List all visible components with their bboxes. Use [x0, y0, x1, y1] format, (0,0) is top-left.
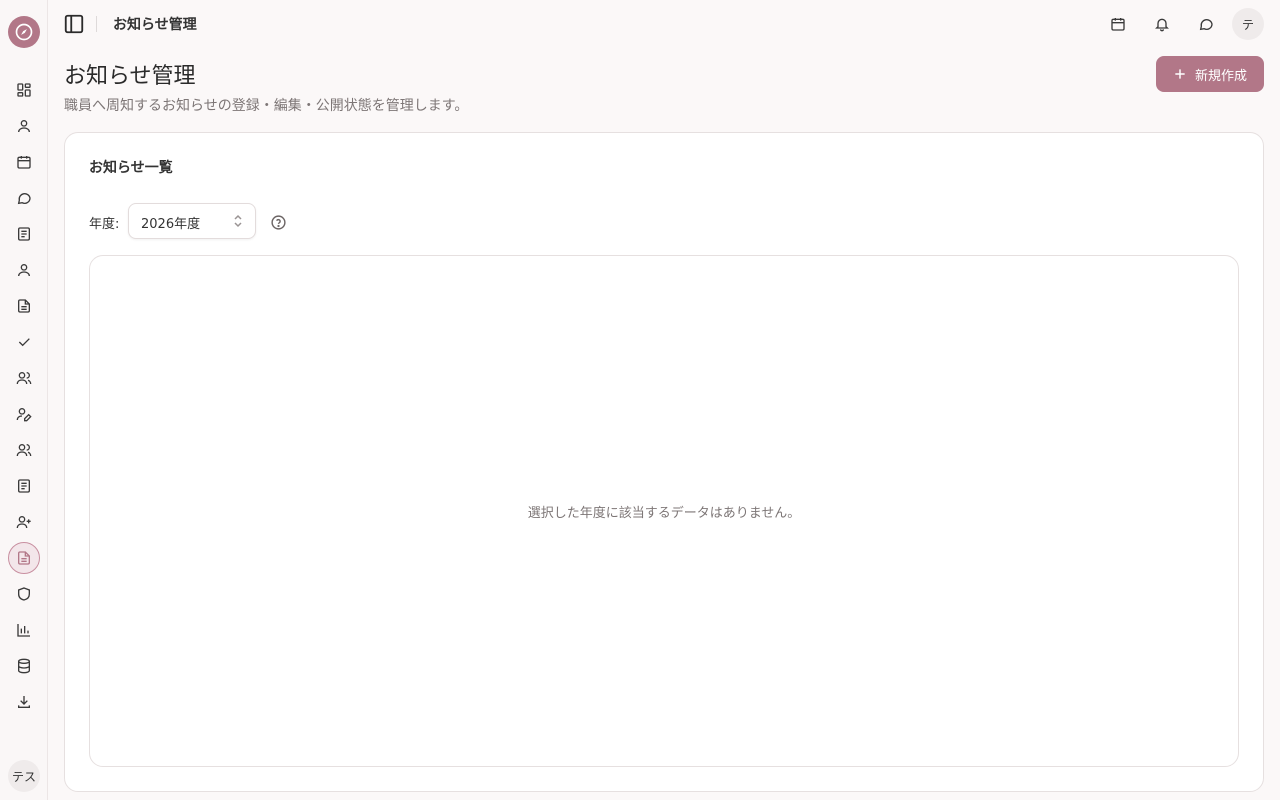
sidebar-item-check[interactable]	[8, 326, 40, 358]
breadcrumb: お知らせ管理	[113, 17, 197, 33]
sidebar-item-download[interactable]	[8, 686, 40, 718]
user-plus-icon	[16, 516, 31, 529]
sidebar-item-book[interactable]	[8, 218, 40, 250]
sidebar-item-person[interactable]	[8, 254, 40, 286]
sidebar-user-avatar[interactable]: テス	[8, 760, 40, 792]
sidebar-item-notebook[interactable]	[8, 470, 40, 502]
sidebar-item-document[interactable]	[8, 290, 40, 322]
notebook-icon	[18, 479, 30, 493]
sidebar-item-users-group[interactable]	[8, 434, 40, 466]
sidebar-item-user[interactable]	[8, 110, 40, 142]
person-icon	[18, 264, 30, 277]
help-button[interactable]	[269, 213, 287, 231]
sidebar-item-chat[interactable]	[8, 182, 40, 214]
page-description: 職員へ周知するお知らせの登録・編集・公開状態を管理します。	[64, 98, 469, 114]
compass-icon	[15, 23, 33, 41]
page-title: お知らせ管理	[64, 64, 196, 89]
help-circle-icon	[270, 214, 286, 230]
calendar-icon	[1111, 18, 1125, 31]
chat-icon	[1199, 19, 1213, 31]
check-icon	[18, 338, 30, 347]
bell-icon	[1155, 18, 1169, 32]
sidebar: テス	[0, 0, 48, 800]
card-title: お知らせ一覧	[89, 160, 173, 176]
shield-icon	[18, 587, 30, 601]
calendar-icon	[17, 156, 31, 169]
user-avatar[interactable]: テ	[1232, 8, 1264, 40]
bar-chart-icon	[17, 624, 30, 637]
notice-list-card: お知らせ一覧 年度: 2026年度 選択した年度に該当するデータはありません。	[64, 132, 1264, 792]
sidebar-item-user-edit[interactable]	[8, 398, 40, 430]
year-select[interactable]: 2026年度	[128, 203, 256, 239]
chevron-up-down-icon	[234, 214, 242, 228]
users-icon	[16, 372, 32, 385]
app-logo[interactable]	[8, 16, 40, 48]
sidebar-item-dashboard[interactable]	[8, 74, 40, 106]
database-icon	[18, 658, 30, 674]
calendar-button[interactable]	[1106, 12, 1130, 36]
sidebar-toggle-icon	[64, 14, 84, 34]
sidebar-toggle-button[interactable]	[62, 12, 86, 36]
empty-state-message: 選択した年度に該当するデータはありません。	[527, 506, 801, 521]
document-icon	[18, 299, 30, 313]
sidebar-item-shield[interactable]	[8, 578, 40, 610]
notice-document-icon	[18, 551, 30, 565]
user-edit-icon	[16, 408, 32, 422]
sidebar-item-database[interactable]	[8, 650, 40, 682]
new-button-label: 新規作成	[1194, 68, 1247, 84]
sidebar-item-notices[interactable]	[8, 542, 40, 574]
user-icon	[18, 120, 30, 133]
notifications-button[interactable]	[1150, 12, 1174, 36]
download-icon	[18, 696, 30, 708]
sidebar-item-calendar[interactable]	[8, 146, 40, 178]
sidebar-item-chart[interactable]	[8, 614, 40, 646]
topbar: お知らせ管理 テ	[48, 0, 1280, 48]
messages-button[interactable]	[1194, 12, 1218, 36]
divider	[96, 16, 97, 32]
year-label: 年度:	[89, 217, 120, 232]
year-select-value: 2026年度	[141, 217, 201, 232]
chat-icon	[17, 193, 31, 205]
sidebar-item-users[interactable]	[8, 362, 40, 394]
users-group-icon	[16, 444, 32, 457]
dashboard-icon	[17, 83, 31, 97]
sidebar-item-user-plus[interactable]	[8, 506, 40, 538]
notice-list-table: 選択した年度に該当するデータはありません。	[89, 255, 1239, 767]
book-icon	[18, 227, 30, 241]
plus-icon	[1175, 69, 1185, 79]
new-notice-button[interactable]: 新規作成	[1156, 56, 1264, 92]
